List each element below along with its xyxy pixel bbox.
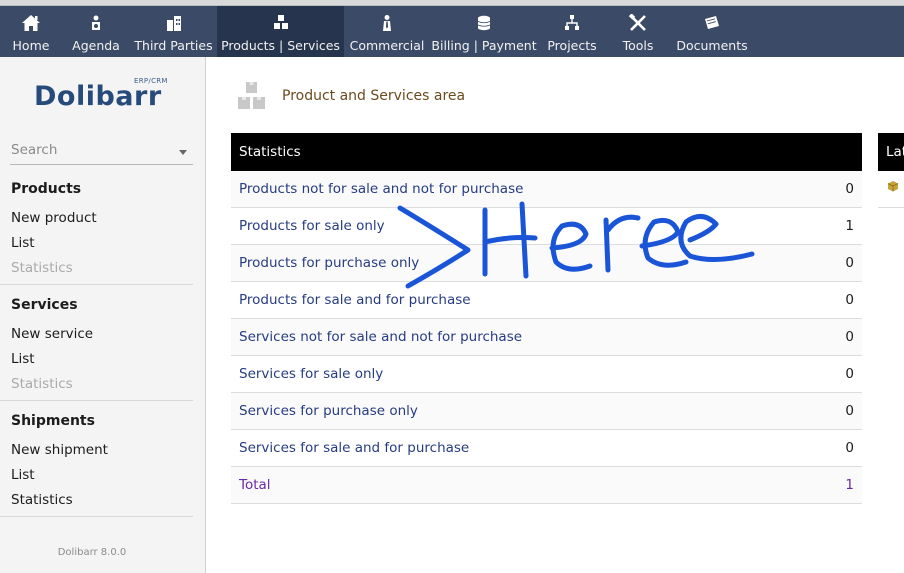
table-row: Services for sale only 0 [231,356,862,393]
row-label[interactable]: Products for purchase only [239,255,419,271]
menu-link-shipments-statistics[interactable]: Statistics [11,492,73,508]
search-select[interactable]: Search [10,139,193,165]
row-label[interactable]: Services for purchase only [239,403,418,419]
nav-projects[interactable]: Projects [538,6,606,57]
total-row: Total 1 [231,467,862,504]
total-label: Total [239,477,271,493]
nav-label-billing-payment: Billing | Payment [431,38,537,53]
nav-label-projects: Projects [547,38,597,53]
building-icon [166,16,181,31]
row-label[interactable]: Services for sale and for purchase [239,440,469,456]
menu-link-shipments-list[interactable]: List [11,467,35,483]
nav-commercial[interactable]: Commercial [344,6,430,57]
nav-agenda[interactable]: Agenda [62,6,130,57]
coins-icon [477,15,491,31]
nav-label-tools: Tools [622,38,654,53]
menu-link-products-statistics: Statistics [11,260,73,276]
nav-label-home: Home [12,38,50,53]
product-icon [887,181,899,192]
menu-link-services-statistics: Statistics [11,376,73,392]
table-row: Products for purchase only 0 [231,245,862,282]
row-label[interactable]: Services not for sale and not for purcha… [239,329,522,345]
version-label: Dolibarr 8.0.0 [57,547,127,558]
boxes-icon [273,15,288,29]
row-value: 0 [845,329,854,345]
home-icon [22,15,40,31]
table-row: Services for sale and for purchase 0 [231,430,862,467]
nav-label-agenda: Agenda [72,38,120,53]
latest-products-panel: Latest [878,133,904,208]
nav-billing-payment[interactable]: Billing | Payment [430,6,538,57]
nav-documents[interactable]: Documents [670,6,754,57]
page-title: Product and Services area [282,88,466,104]
latest-header: Latest [878,133,904,171]
statistics-table: Statistics Products not for sale and not… [231,133,862,504]
menu-link-new-product[interactable]: New product [11,210,97,226]
search-placeholder: Search [11,142,58,158]
menu-title-services[interactable]: Services [11,297,78,313]
documents-icon [705,16,719,29]
menu-link-new-service[interactable]: New service [11,326,93,342]
menu-title-shipments[interactable]: Shipments [11,413,95,429]
row-value: 0 [845,366,854,382]
agenda-icon [92,15,100,30]
row-value: 0 [845,440,854,456]
nav-label-documents: Documents [676,38,748,53]
nav-products-services[interactable]: Products | Services [217,6,344,57]
app-window: Home Agenda Third Parties Products | Ser… [0,0,904,573]
nav-home[interactable]: Home [0,6,62,57]
row-value: 1 [845,218,854,234]
tools-icon [628,14,646,31]
left-sidebar: ERP/CRM Dolibarr Search Products New pro… [0,57,206,573]
menu-services: Services New service List Statistics [0,292,193,401]
nav-label-commercial: Commercial [349,38,425,53]
row-label[interactable]: Products not for sale and not for purcha… [239,181,523,197]
nav-label-products-services: Products | Services [221,38,340,53]
row-value: 0 [845,292,854,308]
top-navigation: Home Agenda Third Parties Products | Ser… [0,6,904,57]
table-row: Services not for sale and not for purcha… [231,319,862,356]
products-area-icon [238,82,265,109]
nav-third-parties[interactable]: Third Parties [130,6,217,57]
menu-link-services-list[interactable]: List [11,351,35,367]
table-row: Products for sale only 1 [231,208,862,245]
row-label[interactable]: Products for sale only [239,218,385,234]
menu-products: Products New product List Statistics [0,176,193,285]
table-row: Products not for sale and not for purcha… [231,171,862,208]
menu-link-new-shipment[interactable]: New shipment [11,442,108,458]
projects-icon [565,15,579,30]
menu-link-products-list[interactable]: List [11,235,35,251]
row-label[interactable]: Products for sale and for purchase [239,292,471,308]
row-value: 0 [845,181,854,197]
commercial-icon [383,15,391,31]
row-value: 0 [845,255,854,271]
menu-title-products[interactable]: Products [11,181,81,197]
statistics-rows: Products not for sale and not for purcha… [231,171,862,504]
menu-shipments: Shipments New shipment List Statistics [0,408,193,517]
nav-label-third-parties: Third Parties [134,38,213,53]
table-row: Products for sale and for purchase 0 [231,282,862,319]
table-row: Services for purchase only 0 [231,393,862,430]
chevron-down-icon [179,150,187,155]
statistics-header: Statistics [231,133,862,171]
logo-wordmark: Dolibarr [34,81,162,112]
nav-tools[interactable]: Tools [606,6,670,57]
row-label[interactable]: Services for sale only [239,366,383,382]
dolibarr-logo[interactable]: ERP/CRM Dolibarr [34,77,174,113]
total-value: 1 [845,477,854,493]
row-value: 0 [845,403,854,419]
